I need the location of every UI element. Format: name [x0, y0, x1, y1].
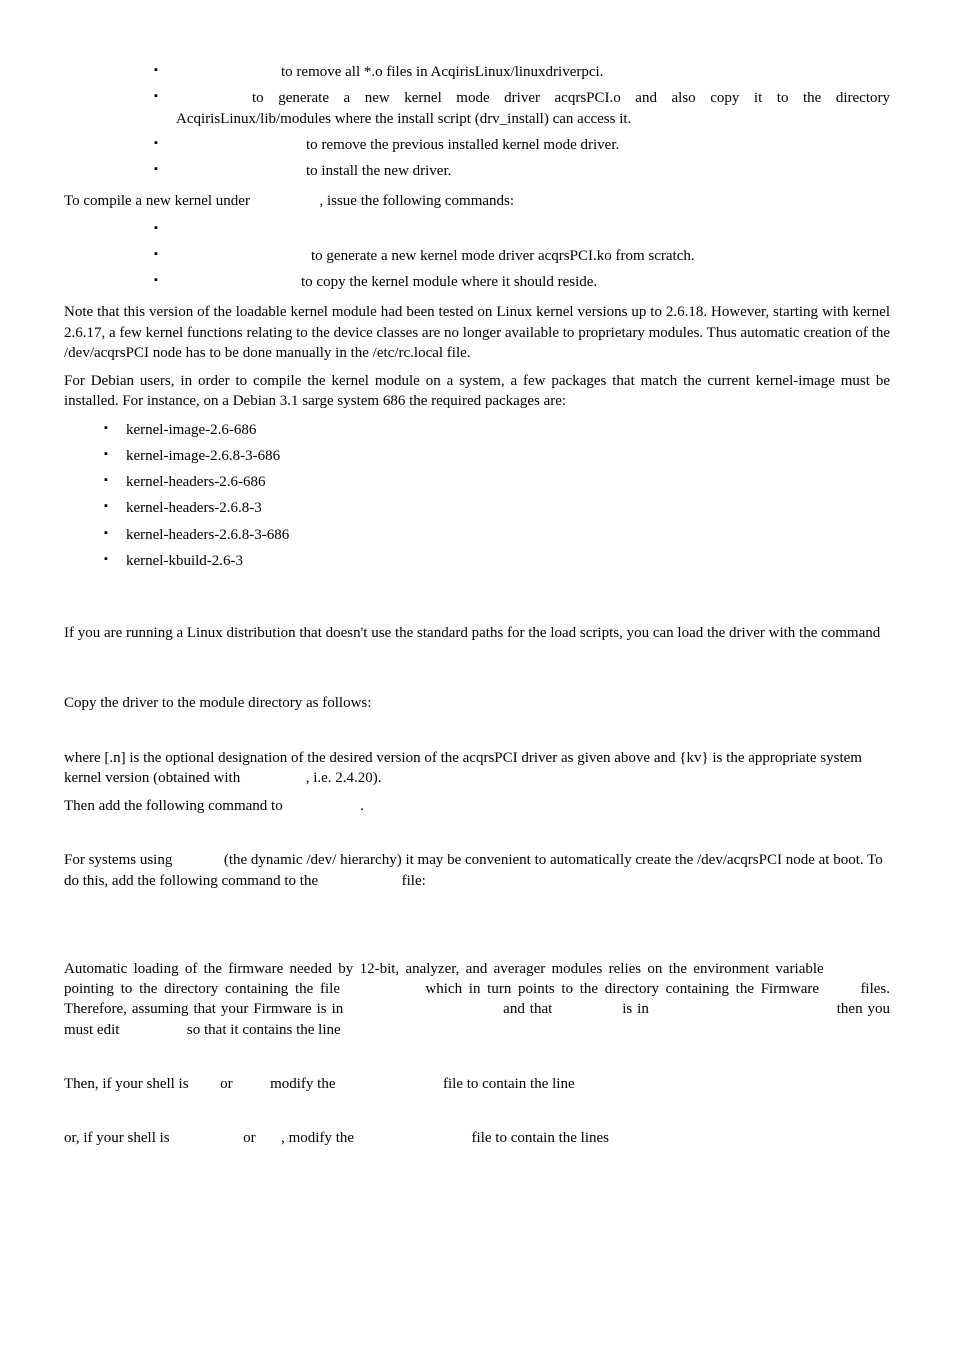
list-item: to generate a new kernel mode driver acq… — [154, 246, 890, 266]
text: and that — [503, 1001, 557, 1017]
copy-paragraph: Copy the driver to the module directory … — [64, 693, 890, 713]
text: modify the — [270, 1076, 339, 1092]
where-paragraph: where [.n] is the optional designation o… — [64, 748, 890, 789]
list-item: kernel-image-2.6-686 — [104, 420, 890, 440]
text: which in turn points to the directory co… — [425, 981, 825, 997]
list-item: to install the new driver. — [154, 161, 890, 181]
text: pointing to the directory containing the… — [64, 981, 347, 997]
text: , issue the following commands: — [319, 193, 514, 209]
item-desc: to remove all *.o files in AcqirisLinux/… — [281, 64, 603, 80]
text: where [.n] is the optional designation o… — [64, 750, 862, 786]
text: Automatic loading of the firmware needed… — [64, 961, 830, 977]
text: . — [360, 798, 364, 814]
text: Then add the following command to — [64, 798, 286, 814]
text: (the dynamic /dev/ hierarchy) it may be … — [64, 852, 883, 888]
auto-paragraph: Automatic loading of the firmware needed… — [64, 959, 890, 1040]
item-desc: to remove the previous installed kernel … — [306, 137, 619, 153]
item-desc: to generate a new kernel mode driver acq… — [176, 90, 890, 126]
list-item: to generate a new kernel mode driver acq… — [154, 88, 890, 129]
text: or, if your shell is — [64, 1130, 173, 1146]
list-item: kernel-image-2.6.8-3-686 — [104, 446, 890, 466]
systems-paragraph: For systems using (the dynamic /dev/ hie… — [64, 850, 890, 891]
text: is in — [622, 1001, 654, 1017]
command-list-2: to generate a new kernel mode driver acq… — [64, 220, 890, 293]
item-desc: to copy the kernel module where it shoul… — [301, 274, 597, 290]
list-item: kernel-headers-2.6-686 — [104, 472, 890, 492]
text: Then, if your shell is — [64, 1076, 192, 1092]
text: To compile a new kernel under — [64, 193, 254, 209]
command-list-1: to remove all *.o files in AcqirisLinux/… — [64, 62, 890, 181]
text: or — [220, 1076, 236, 1092]
package-list: kernel-image-2.6-686 kernel-image-2.6.8-… — [64, 420, 890, 572]
note-paragraph: Note that this version of the loadable k… — [64, 302, 890, 363]
list-item: kernel-headers-2.6.8-3 — [104, 498, 890, 518]
list-item — [154, 220, 890, 240]
text: file to contain the lines — [472, 1130, 609, 1146]
text: For systems using — [64, 852, 176, 868]
text: , modify the — [281, 1130, 358, 1146]
item-desc: to install the new driver. — [306, 163, 451, 179]
shell2-paragraph: or, if your shell is or , modify the fil… — [64, 1128, 890, 1148]
text: file: — [402, 873, 426, 889]
distro-paragraph: If you are running a Linux distribution … — [64, 623, 890, 643]
text: file to contain the line — [443, 1076, 575, 1092]
list-item: to remove all *.o files in AcqirisLinux/… — [154, 62, 890, 82]
list-item: kernel-headers-2.6.8-3-686 — [104, 525, 890, 545]
text: or — [243, 1130, 259, 1146]
shell1-paragraph: Then, if your shell is or modify the fil… — [64, 1074, 890, 1094]
compile-paragraph: To compile a new kernel under , issue th… — [64, 191, 890, 211]
text: , i.e. 2.4.20). — [306, 770, 382, 786]
debian-paragraph: For Debian users, in order to compile th… — [64, 371, 890, 412]
text: so that it contains the line — [187, 1022, 341, 1038]
item-desc: to generate a new kernel mode driver acq… — [311, 248, 695, 264]
list-item: to copy the kernel module where it shoul… — [154, 272, 890, 292]
list-item: to remove the previous installed kernel … — [154, 135, 890, 155]
list-item: kernel-kbuild-2.6-3 — [104, 551, 890, 571]
thenadd-paragraph: Then add the following command to . — [64, 796, 890, 816]
